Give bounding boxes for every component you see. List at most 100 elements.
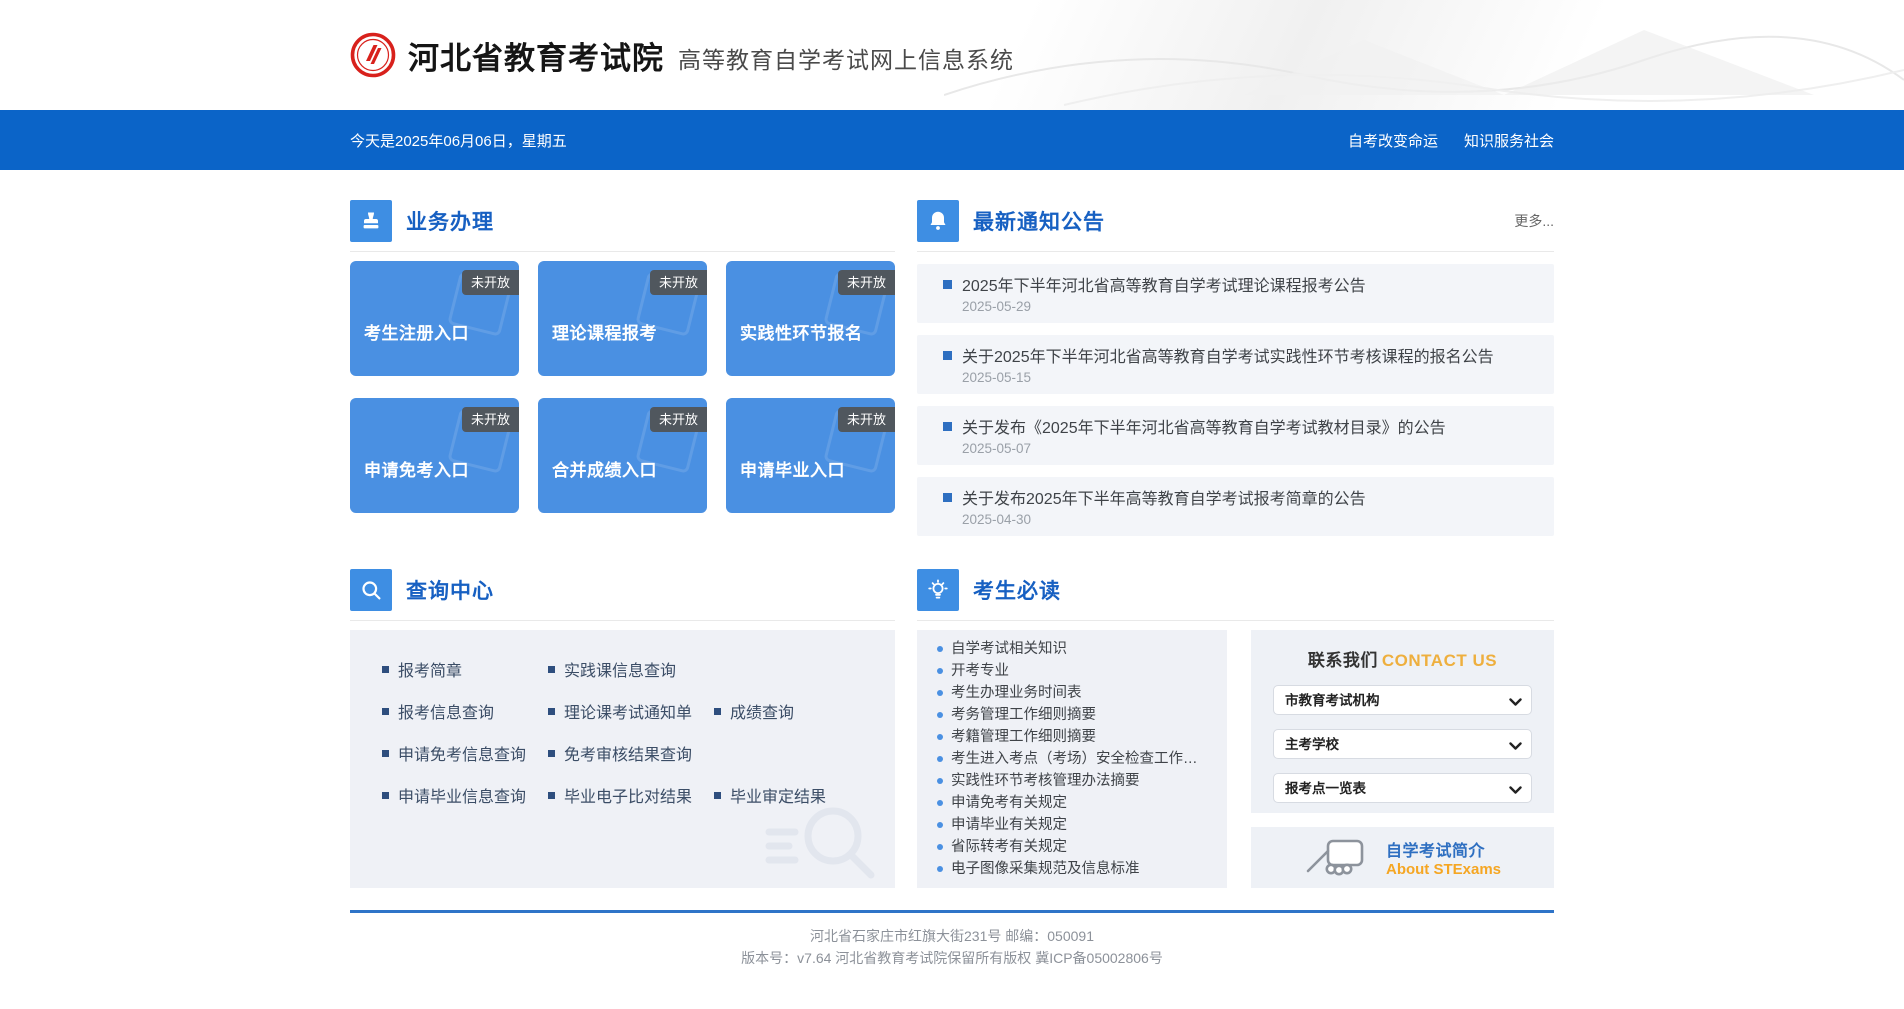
bullet-square-icon [548, 750, 555, 757]
not-open-badge: 未开放 [650, 407, 707, 432]
not-open-badge: 未开放 [838, 270, 895, 295]
bullet-square-icon [943, 351, 952, 360]
bullet-square-icon [382, 750, 389, 757]
query-link[interactable]: 毕业审定结果 [714, 783, 826, 807]
business-button-label: 考生注册入口 [364, 319, 469, 344]
bullet-square-icon [382, 666, 389, 673]
must-read-item[interactable]: 申请免考有关规定 [917, 792, 1227, 814]
must-read-item[interactable]: 自学考试相关知识 [917, 638, 1227, 660]
notice-item[interactable]: 关于2025年下半年河北省高等教育自学考试实践性环节考核课程的报名公告2025-… [917, 335, 1554, 394]
site-logo-icon [350, 32, 396, 78]
query-row: 申请免考信息查询免考审核结果查询 [350, 732, 895, 774]
notice-list: 2025年下半年河北省高等教育自学考试理论课程报考公告2025-05-29 关于2… [917, 264, 1554, 536]
business-button-6[interactable]: 未开放申请毕业入口 [726, 398, 895, 513]
contact-select-3[interactable]: 报考点一览表 [1273, 773, 1532, 803]
contact-title-en: CONTACT US [1382, 651, 1497, 670]
system-name: 高等教育自学考试网上信息系统 [678, 41, 1014, 75]
business-button-label: 理论课程报考 [552, 319, 657, 344]
not-open-badge: 未开放 [650, 270, 707, 295]
bullet-square-icon [548, 792, 555, 799]
footer-address: 河北省石家庄市红旗大街231号 邮编：050091 [350, 926, 1554, 948]
bullet-square-icon [548, 708, 555, 715]
business-section-title: 业务办理 [406, 206, 494, 236]
bullet-square-icon [943, 493, 952, 502]
contact-select-wrap: 报考点一览表 [1273, 773, 1532, 803]
business-button-label: 实践性环节报名 [740, 319, 863, 344]
business-buttons: 未开放考生注册入口未开放理论课程报考未开放实践性环节报名未开放申请免考入口未开放… [350, 261, 895, 513]
query-link[interactable]: 报考简章 [382, 657, 548, 681]
must-read-item[interactable]: 申请毕业有关规定 [917, 814, 1227, 836]
notices-section-header: 最新通知公告 更多... [917, 200, 1554, 252]
notice-date: 2025-05-07 [962, 441, 1540, 456]
must-read-section-title: 考生必读 [973, 575, 1061, 605]
notice-title: 关于发布《2025年下半年河北省高等教育自学考试教材目录》的公告 [943, 414, 1540, 438]
query-link[interactable]: 毕业电子比对结果 [548, 783, 714, 807]
intro-title-en: About STExams [1386, 861, 1501, 878]
must-read-item[interactable]: 实践性环节考核管理办法摘要 [917, 770, 1227, 792]
date-bar: 今天是2025年06月06日，星期五 自考改变命运 知识服务社会 [0, 110, 1904, 170]
notices-section: 最新通知公告 更多... 2025年下半年河北省高等教育自学考试理论课程报考公告… [917, 200, 1554, 536]
bullet-square-icon [548, 666, 555, 673]
must-read-item[interactable]: 考籍管理工作细则摘要 [917, 726, 1227, 748]
query-link[interactable]: 申请毕业信息查询 [382, 783, 548, 807]
business-button-label: 申请免考入口 [364, 456, 469, 481]
main-content: 业务办理 未开放考生注册入口未开放理论课程报考未开放实践性环节报名未开放申请免考… [350, 170, 1554, 1009]
contact-select-1[interactable]: 市教育考试机构 [1273, 685, 1532, 715]
query-link[interactable]: 申请免考信息查询 [382, 741, 548, 765]
footer-divider [350, 910, 1554, 913]
must-read-item[interactable]: 考生进入考点（考场）安全检查工作… [917, 748, 1227, 770]
contact-panel: 联系我们CONTACT US 市教育考试机构主考学校报考点一览表 [1251, 630, 1554, 813]
must-read-item[interactable]: 考务管理工作细则摘要 [917, 704, 1227, 726]
query-rows: 报考简章实践课信息查询报考信息查询理论课考试通知单成绩查询申请免考信息查询免考审… [350, 648, 895, 816]
must-read-item[interactable]: 考生办理业务时间表 [917, 682, 1227, 704]
notice-title: 关于发布2025年下半年高等教育自学考试报考简章的公告 [943, 485, 1540, 509]
notice-item[interactable]: 关于发布《2025年下半年河北省高等教育自学考试教材目录》的公告 2025-05-… [917, 406, 1554, 465]
business-section-header: 业务办理 [350, 200, 895, 252]
business-button-4[interactable]: 未开放申请免考入口 [350, 398, 519, 513]
search-icon [350, 569, 392, 611]
page: 河北省教育考试院 高等教育自学考试网上信息系统 今天是2025年06月06日，星… [0, 0, 1904, 1009]
notice-item[interactable]: 关于发布2025年下半年高等教育自学考试报考简章的公告2025-04-30 [917, 477, 1554, 536]
business-button-3[interactable]: 未开放实践性环节报名 [726, 261, 895, 376]
lightbulb-icon [917, 569, 959, 611]
business-button-label: 申请毕业入口 [740, 456, 845, 481]
query-panel: 报考简章实践课信息查询报考信息查询理论课考试通知单成绩查询申请免考信息查询免考审… [350, 630, 895, 888]
query-link[interactable]: 理论课考试通知单 [548, 699, 714, 723]
business-button-5[interactable]: 未开放合并成绩入口 [538, 398, 707, 513]
business-section: 业务办理 未开放考生注册入口未开放理论课程报考未开放实践性环节报名未开放申请免考… [350, 200, 895, 536]
contact-title-cn: 联系我们 [1308, 651, 1378, 670]
query-link[interactable]: 实践课信息查询 [548, 657, 676, 681]
site-footer: 河北省石家庄市红旗大街231号 邮编：050091 版本号：v7.64 河北省教… [350, 926, 1554, 1009]
not-open-badge: 未开放 [462, 407, 519, 432]
query-section-header: 查询中心 [350, 569, 895, 621]
bullet-square-icon [382, 792, 389, 799]
query-section-title: 查询中心 [406, 575, 494, 605]
query-row: 报考简章实践课信息查询 [350, 648, 895, 690]
notice-item[interactable]: 2025年下半年河北省高等教育自学考试理论课程报考公告2025-05-29 [917, 264, 1554, 323]
bullet-square-icon [714, 708, 721, 715]
query-link[interactable]: 成绩查询 [714, 699, 794, 723]
business-button-1[interactable]: 未开放考生注册入口 [350, 261, 519, 376]
business-button-2[interactable]: 未开放理论课程报考 [538, 261, 707, 376]
notice-title: 2025年下半年河北省高等教育自学考试理论课程报考公告 [943, 272, 1540, 296]
must-read-item[interactable]: 开考专业 [917, 660, 1227, 682]
slogan-link-right[interactable]: 知识服务社会 [1464, 130, 1554, 151]
query-link[interactable]: 报考信息查询 [382, 699, 548, 723]
slogan-link-left[interactable]: 自考改变命运 [1348, 130, 1438, 151]
stamp-icon [350, 200, 392, 242]
contact-select-2[interactable]: 主考学校 [1273, 729, 1532, 759]
business-button-label: 合并成绩入口 [552, 456, 657, 481]
notice-title: 关于2025年下半年河北省高等教育自学考试实践性环节考核课程的报名公告 [943, 343, 1540, 367]
must-read-item[interactable]: 电子图像采集规范及信息标准 [917, 858, 1227, 880]
site-header: 河北省教育考试院 高等教育自学考试网上信息系统 [0, 0, 1904, 110]
query-link[interactable]: 免考审核结果查询 [548, 741, 692, 765]
query-section: 查询中心 报考简章实践课信息查询报考信息查询理论课考试通知单成绩查询申请免考信息… [350, 569, 895, 888]
bell-icon [917, 200, 959, 242]
notices-more-link[interactable]: 更多... [1514, 211, 1554, 231]
footer-version: 版本号：v7.64 河北省教育考试院保留所有版权 冀ICP备05002806号 [350, 948, 1554, 970]
current-date: 今天是2025年06月06日，星期五 [350, 130, 567, 151]
intro-title-cn: 自学考试简介 [1386, 837, 1501, 861]
intro-box[interactable]: 自学考试简介 About STExams [1251, 827, 1554, 888]
must-read-list: 自学考试相关知识开考专业考生办理业务时间表考务管理工作细则摘要考籍管理工作细则摘… [917, 630, 1227, 888]
must-read-item[interactable]: 省际转考有关规定 [917, 836, 1227, 858]
